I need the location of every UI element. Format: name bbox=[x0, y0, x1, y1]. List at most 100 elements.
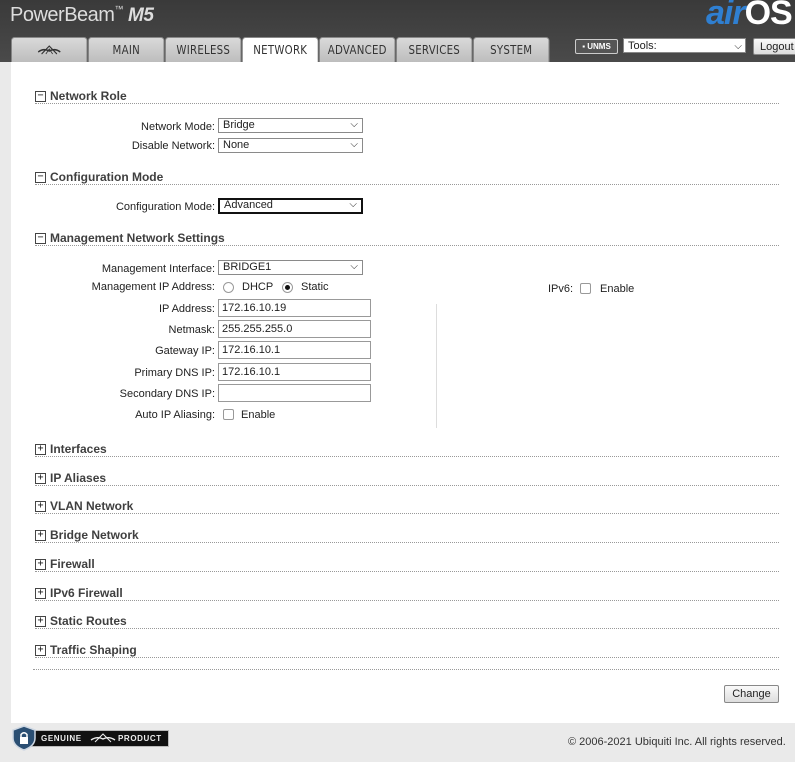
column-divider bbox=[436, 304, 437, 428]
airos-logo-air: air bbox=[706, 0, 746, 32]
section-static-routes[interactable]: + Static Routes bbox=[35, 614, 779, 629]
dhcp-radio[interactable] bbox=[223, 282, 234, 293]
ipv6-enable-label: Enable bbox=[600, 283, 635, 295]
dhcp-label: DHCP bbox=[242, 281, 274, 293]
airos-logo: airOS bbox=[706, 0, 793, 33]
section-title: IPv6 Firewall bbox=[50, 586, 123, 600]
configuration-mode-value: Advanced bbox=[224, 199, 273, 211]
section-title: IP Aliases bbox=[50, 471, 107, 485]
product-label: PRODUCT bbox=[118, 734, 162, 743]
divider bbox=[33, 669, 779, 670]
section-bridge-network[interactable]: + Bridge Network bbox=[35, 528, 779, 543]
unms-label: UNMS bbox=[587, 42, 611, 51]
section-ip-aliases[interactable]: + IP Aliases bbox=[35, 471, 779, 486]
collapse-icon[interactable]: − bbox=[35, 233, 46, 244]
netmask-label: Netmask: bbox=[168, 324, 215, 336]
tab-ubiquiti-logo[interactable] bbox=[11, 37, 88, 62]
chevron-down-icon: ⌵ bbox=[350, 119, 358, 130]
expand-icon[interactable]: + bbox=[35, 645, 46, 656]
chevron-down-icon: ⌵ bbox=[734, 41, 742, 52]
network-mode-value: Bridge bbox=[223, 119, 255, 131]
chevron-down-icon: ⌵ bbox=[349, 199, 357, 210]
expand-icon[interactable]: + bbox=[35, 588, 46, 599]
shield-lock-icon bbox=[12, 725, 36, 751]
gateway-ip-label: Gateway IP: bbox=[155, 345, 215, 357]
section-title: VLAN Network bbox=[50, 499, 134, 513]
ip-address-label: IP Address: bbox=[158, 303, 215, 315]
expand-icon[interactable]: + bbox=[35, 530, 46, 541]
tab-wireless[interactable]: WIRELESS bbox=[165, 37, 242, 62]
network-mode-label: Network Mode: bbox=[141, 121, 215, 133]
ubiquiti-logo-icon bbox=[90, 733, 116, 743]
ip-address-input[interactable]: 172.16.10.19 bbox=[218, 299, 371, 317]
brand-name: PowerBeam bbox=[10, 4, 115, 26]
section-management-network[interactable]: − Management Network Settings bbox=[35, 231, 779, 246]
tab-services[interactable]: SERVICES bbox=[396, 37, 473, 62]
management-interface-value: BRIDGE1 bbox=[223, 261, 272, 273]
section-title: Network Role bbox=[50, 89, 127, 103]
netmask-input[interactable]: 255.255.255.0 bbox=[218, 320, 371, 338]
genuine-product-badge: GENUINE PRODUCT bbox=[11, 725, 169, 751]
expand-icon[interactable]: + bbox=[35, 473, 46, 484]
tab-main[interactable]: MAIN bbox=[88, 37, 165, 62]
genuine-product-bar: GENUINE PRODUCT bbox=[23, 730, 169, 747]
section-title: Firewall bbox=[50, 557, 95, 571]
disable-network-label: Disable Network: bbox=[131, 140, 215, 152]
auto-ip-aliasing-enable-label: Enable bbox=[241, 409, 276, 421]
tab-system[interactable]: SYSTEM bbox=[473, 37, 550, 62]
ipv6-enable-checkbox[interactable] bbox=[580, 283, 591, 294]
section-configuration-mode[interactable]: − Configuration Mode bbox=[35, 170, 779, 185]
section-title: Bridge Network bbox=[50, 528, 139, 542]
section-ipv6-firewall[interactable]: + IPv6 Firewall bbox=[35, 586, 779, 601]
secondary-dns-input[interactable] bbox=[218, 384, 371, 402]
configuration-mode-select[interactable]: Advanced ⌵ bbox=[218, 198, 363, 214]
auto-ip-aliasing-checkbox[interactable] bbox=[223, 409, 234, 420]
top-bar: PowerBeam™ M5 airOS MAIN WIRELESS NETWOR… bbox=[0, 0, 795, 63]
collapse-icon[interactable]: − bbox=[35, 91, 46, 102]
section-title: Management Network Settings bbox=[50, 231, 225, 245]
brand-model: M5 bbox=[128, 5, 154, 26]
copyright-text: © 2006-2021 Ubiquiti Inc. All rights res… bbox=[568, 736, 786, 748]
primary-dns-input[interactable]: 172.16.10.1 bbox=[218, 363, 371, 381]
tab-network[interactable]: NETWORK bbox=[242, 37, 319, 63]
section-vlan-network[interactable]: + VLAN Network bbox=[35, 499, 779, 514]
expand-icon[interactable]: + bbox=[35, 559, 46, 570]
logout-button[interactable]: Logout bbox=[753, 38, 795, 55]
secondary-dns-label: Secondary DNS IP: bbox=[119, 388, 215, 400]
disable-network-select[interactable]: None ⌵ bbox=[218, 138, 363, 153]
product-brand: PowerBeam™ M5 bbox=[10, 4, 154, 27]
gateway-ip-input[interactable]: 172.16.10.1 bbox=[218, 341, 371, 359]
tab-advanced[interactable]: ADVANCED bbox=[319, 37, 396, 62]
section-interfaces[interactable]: + Interfaces bbox=[35, 442, 779, 457]
configuration-mode-label: Configuration Mode: bbox=[115, 201, 215, 213]
section-title: Interfaces bbox=[50, 442, 107, 456]
ipv6-label: IPv6: bbox=[548, 283, 574, 295]
section-title: Static Routes bbox=[50, 614, 127, 628]
network-mode-select[interactable]: Bridge ⌵ bbox=[218, 118, 363, 133]
ubiquiti-logo-icon bbox=[37, 45, 61, 55]
management-ip-address-label: Management IP Address: bbox=[91, 281, 215, 293]
collapse-icon[interactable]: − bbox=[35, 172, 46, 183]
section-traffic-shaping[interactable]: + Traffic Shaping bbox=[35, 643, 779, 658]
primary-dns-label: Primary DNS IP: bbox=[134, 367, 215, 379]
disable-network-value: None bbox=[223, 139, 250, 151]
unms-badge[interactable]: ▪ UNMS bbox=[575, 39, 618, 54]
tools-select-value: Tools: bbox=[628, 40, 657, 52]
section-title: Traffic Shaping bbox=[50, 643, 137, 657]
management-interface-select[interactable]: BRIDGE1 ⌵ bbox=[218, 260, 363, 275]
auto-ip-aliasing-label: Auto IP Aliasing: bbox=[135, 409, 215, 421]
chevron-down-icon: ⌵ bbox=[350, 139, 358, 150]
genuine-label: GENUINE bbox=[41, 734, 82, 743]
airos-logo-os: OS bbox=[744, 0, 793, 32]
expand-icon[interactable]: + bbox=[35, 444, 46, 455]
chevron-down-icon: ⌵ bbox=[350, 261, 358, 272]
expand-icon[interactable]: + bbox=[35, 501, 46, 512]
change-button[interactable]: Change bbox=[724, 685, 779, 703]
section-network-role[interactable]: − Network Role bbox=[35, 89, 779, 104]
static-radio[interactable] bbox=[282, 282, 293, 293]
expand-icon[interactable]: + bbox=[35, 616, 46, 627]
brand-trademark: ™ bbox=[114, 4, 123, 14]
tools-select[interactable]: Tools: ⌵ bbox=[623, 38, 746, 53]
section-title: Configuration Mode bbox=[50, 170, 164, 184]
section-firewall[interactable]: + Firewall bbox=[35, 557, 779, 572]
